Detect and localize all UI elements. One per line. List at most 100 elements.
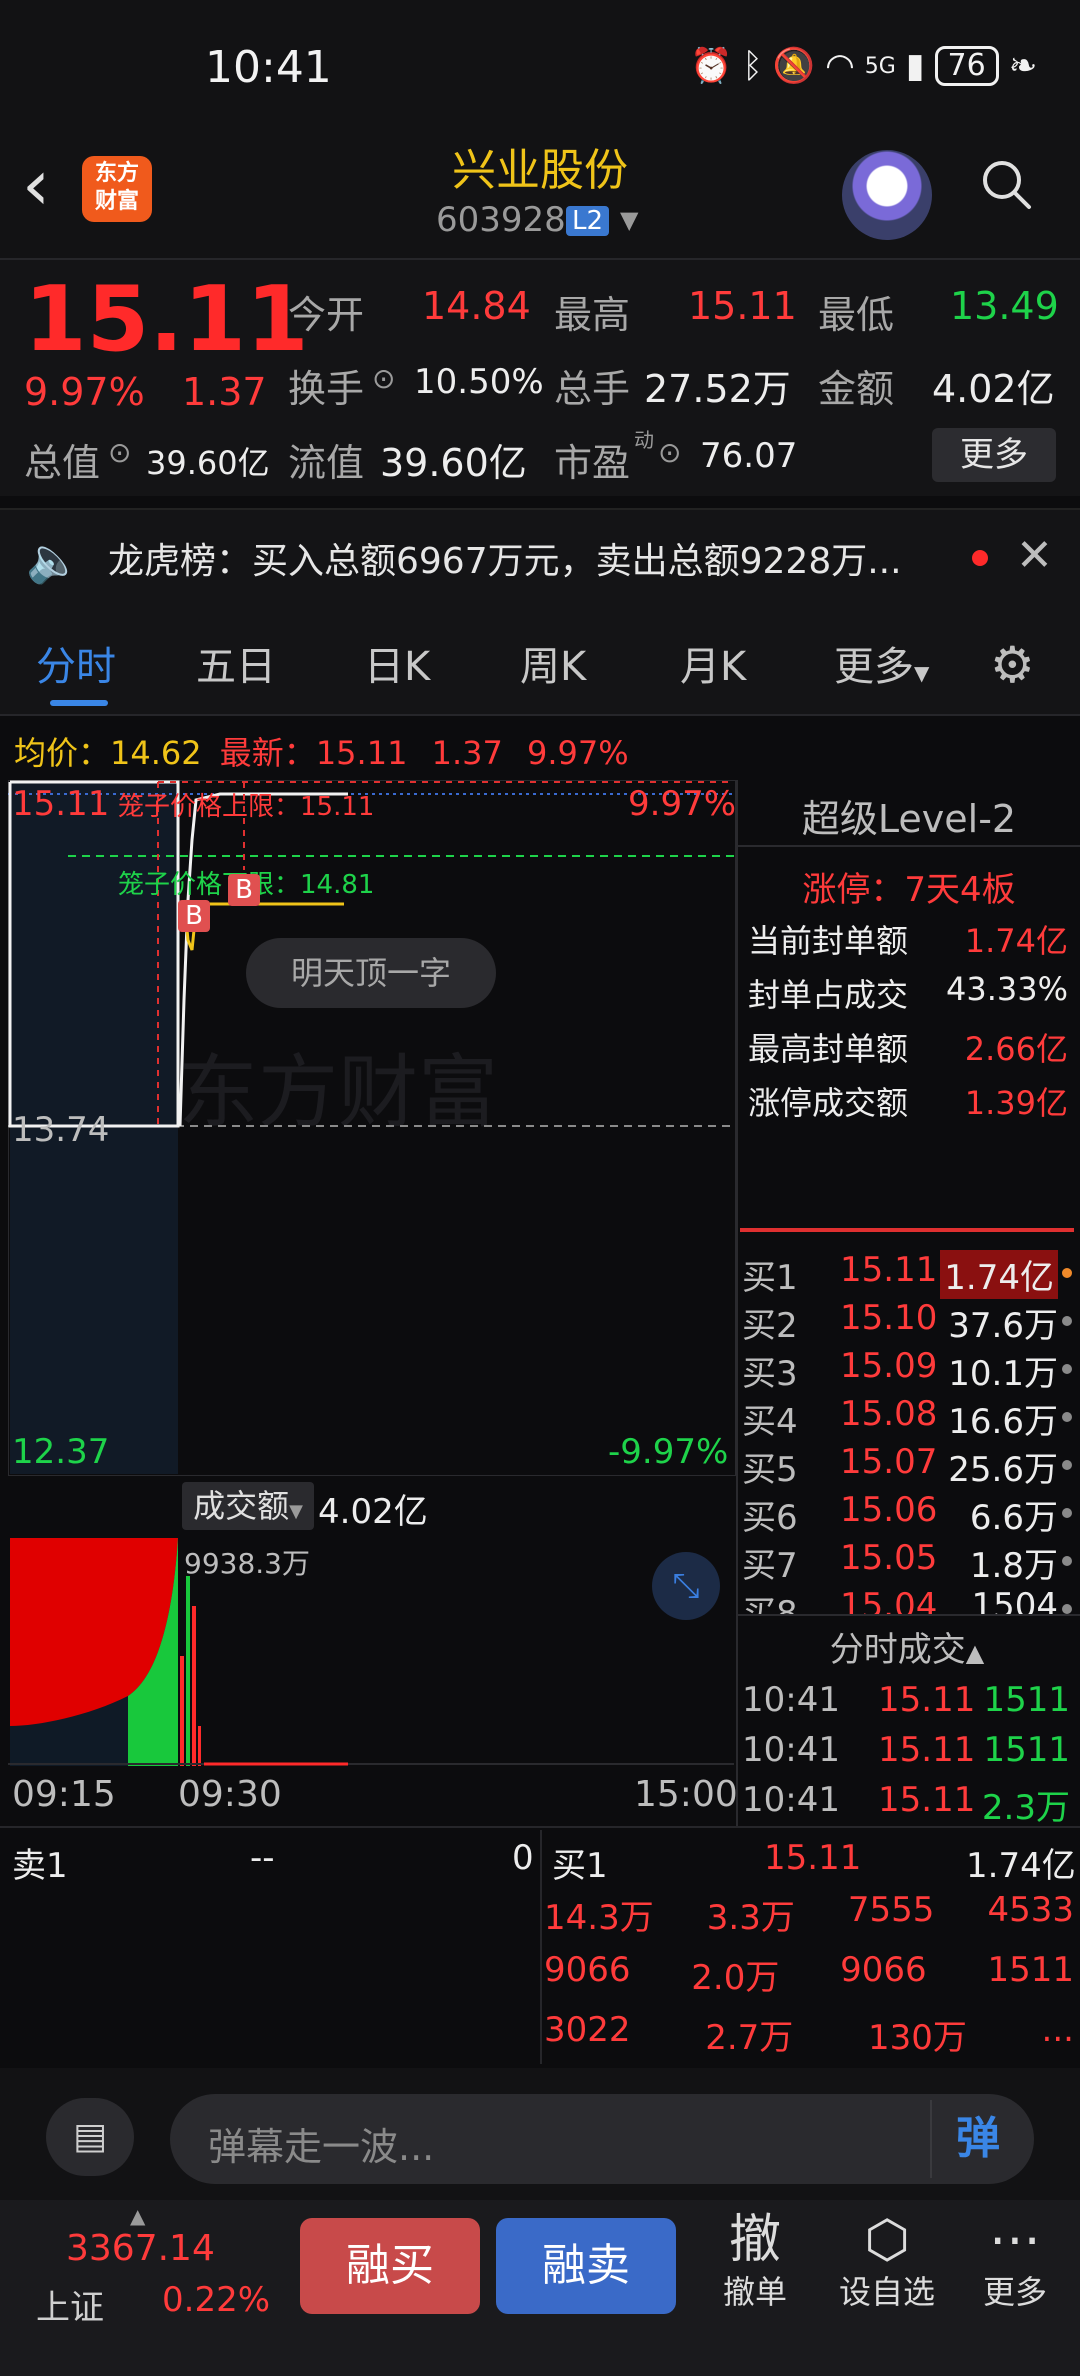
tab-five-day[interactable]: 五日 (196, 634, 276, 692)
caret-up-icon: ▲ (965, 1639, 985, 1667)
dot-icon (1062, 1364, 1072, 1374)
ticks-title[interactable]: 分时成交▲ (740, 1622, 1074, 1671)
bid-volume: 1.74亿 (940, 1250, 1058, 1299)
bid-price: 15.10 (840, 1298, 938, 1338)
latest-percent: 9.97% (527, 734, 629, 772)
ask1-price: -- (250, 1838, 275, 1878)
mute-icon: 🔕 (772, 46, 816, 86)
bid-price: 15.11 (840, 1250, 938, 1290)
network-label: 5G (864, 53, 896, 79)
queue-row: 3022 2.7万 130万... (544, 2010, 1074, 2070)
low-label: 最低 (818, 293, 895, 337)
queue-cell: 9066 (840, 1950, 927, 1990)
caret-down-icon: ▼ (289, 1501, 303, 1522)
bid-volume: 37.6万 (948, 1306, 1058, 1346)
dot-icon (1062, 1316, 1072, 1326)
pe-value: 76.07 (700, 436, 798, 476)
danmaku-toggle-button[interactable]: 弹 (930, 2100, 1024, 2178)
avg-value: 14.62 (110, 734, 202, 772)
bid1-label: 买1 (552, 1846, 608, 1886)
caret-down-icon[interactable]: ▼ (620, 206, 638, 234)
more-button[interactable]: 更多 (932, 428, 1056, 482)
float-cap-label: 流值 (288, 441, 365, 485)
high-label: 最高 (554, 293, 631, 337)
change-percent: 9.97% (24, 370, 145, 414)
search-icon[interactable] (980, 158, 1032, 210)
ai-prediction-tag[interactable]: 明天顶一字 (246, 938, 496, 1008)
bid1-volume: 1.74亿 (966, 1846, 1076, 1886)
info-icon[interactable]: ⊙ (658, 436, 681, 469)
index-value[interactable]: 3367.14 (66, 2228, 215, 2269)
queue-grid: 14.3万 3.3万 7555 4533 9066 2.0万 9066 1511 3022 2… (544, 1890, 1074, 2070)
caret-down-icon: ▼ (914, 661, 930, 685)
more-menu-button[interactable]: ⋯ 更多 (960, 2208, 1070, 2312)
bid-row: 买8 15.04 1504 (742, 1586, 1072, 1614)
tab-daily-k[interactable]: 日K (364, 634, 430, 692)
stat-value: 43.33% (945, 970, 1068, 1008)
turnover-selector[interactable]: 成交额▼ (182, 1482, 314, 1530)
level2-stat-row: 当前封单额 1.74亿 (748, 916, 1068, 962)
level2-stat-row: 封单占成交 43.33% (748, 970, 1068, 1016)
more-dots-icon: ⋯ (989, 2210, 1041, 2270)
robot-assistant-icon[interactable] (842, 150, 932, 240)
bid-book[interactable]: 买1 15.11 1.74亿 买2 15.10 37.6万 买3 15.09 10.1万 买… (738, 1236, 1080, 1614)
tab-more[interactable]: 更多▼ (834, 634, 929, 692)
info-icon[interactable]: ⊙ (108, 436, 131, 469)
gear-icon[interactable]: ⚙ (990, 636, 1035, 694)
cancel-order-label: 撤单 (722, 2273, 787, 2311)
message-settings-icon[interactable]: ▤ (46, 2098, 134, 2176)
float-cap-value: 39.60亿 (380, 441, 527, 485)
margin-sell-button[interactable]: 融卖 (496, 2218, 676, 2314)
open-label: 今开 (288, 293, 365, 337)
queue-cell: ... (1041, 2010, 1074, 2050)
news-text[interactable]: 龙虎榜：买入总额6967万元，卖出总额9228万... (108, 532, 902, 584)
dot-icon (1062, 1460, 1072, 1470)
volume-bar (186, 1576, 190, 1766)
total-volume-label: 总手 (554, 367, 631, 411)
add-watchlist-button[interactable]: ⬡ 设自选 (832, 2208, 942, 2312)
buy-marker-2[interactable]: B (228, 874, 260, 906)
ask1-label: 卖1 (12, 1846, 68, 1886)
tab-intraday[interactable]: 分时 (36, 634, 116, 692)
bid-volume: 10.1万 (948, 1354, 1058, 1394)
pe-label: 市盈 (554, 441, 631, 485)
expand-icon[interactable]: ⤡ (652, 1552, 720, 1620)
bid-row: 买4 15.08 16.6万 (742, 1394, 1072, 1442)
info-icon[interactable]: ⊙ (372, 362, 395, 395)
signal-icon: ▮ (905, 46, 925, 86)
index-percent[interactable]: 0.22% (162, 2280, 270, 2320)
amount-value: 4.02亿 (932, 367, 1055, 411)
bid1-price: 15.11 (764, 1838, 862, 1878)
bluetooth-icon: ᛒ (742, 46, 763, 86)
latest-change: 1.37 (431, 734, 503, 772)
high-value: 15.11 (688, 284, 797, 328)
close-icon[interactable]: ✕ (1016, 530, 1053, 581)
tab-weekly-k[interactable]: 周K (520, 634, 586, 692)
battery-icon: 76 (934, 46, 999, 86)
unread-dot (972, 550, 988, 566)
margin-buy-button[interactable]: 融买 (300, 2218, 480, 2314)
tab-monthly-k[interactable]: 月K (680, 634, 746, 692)
caret-up-icon[interactable]: ▲ (130, 2204, 145, 2228)
cancel-order-button[interactable]: 撤 撤单 (700, 2208, 810, 2312)
queue-cell: 2.0万 (691, 1958, 780, 1998)
level2-title[interactable]: 超级Level-2 (742, 788, 1076, 843)
index-name[interactable]: 上证 (36, 2280, 104, 2329)
latest-value: 15.11 (315, 734, 408, 772)
level2-stat-row: 涨停成交额 1.39亿 (748, 1078, 1068, 1124)
bid-row: 买2 15.10 37.6万 (742, 1298, 1072, 1346)
tick-row: 10:41 15.11 1511 (740, 1730, 1074, 1780)
market-cap-label: 总值 (24, 441, 101, 485)
bottom-price-label: 12.37 (12, 1432, 110, 1472)
bid-level: 买3 (742, 1354, 798, 1394)
stat-label: 涨停成交额 (748, 1084, 909, 1122)
latest-label: 最新： (219, 734, 316, 772)
stat-value: 1.39亿 (964, 1084, 1068, 1122)
cancel-order-icon: 撤 (728, 2210, 781, 2270)
buy-marker-1[interactable]: B (178, 900, 210, 932)
queue-cell: 3.3万 (706, 1898, 795, 1938)
dot-icon (1062, 1508, 1072, 1518)
stat-value: 2.66亿 (964, 1030, 1068, 1068)
market-cap-value: 39.60亿 (146, 444, 270, 482)
stock-code[interactable]: 603928 (436, 200, 566, 240)
